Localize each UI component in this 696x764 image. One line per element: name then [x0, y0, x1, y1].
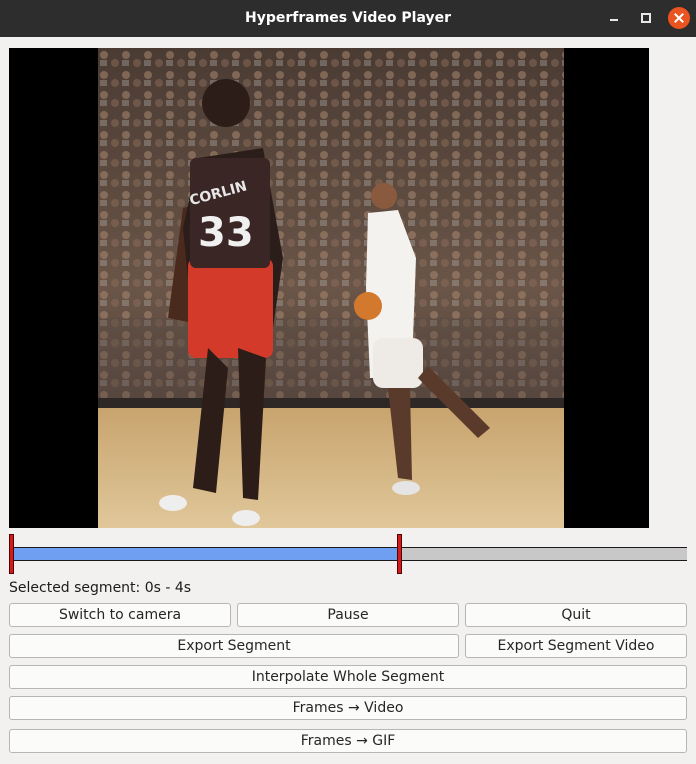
close-icon[interactable]: [668, 7, 690, 29]
interpolate-segment-button[interactable]: Interpolate Whole Segment: [9, 665, 687, 689]
export-segment-video-button[interactable]: Export Segment Video: [465, 634, 687, 658]
minimize-icon[interactable]: [604, 8, 624, 28]
maximize-icon[interactable]: [636, 8, 656, 28]
svg-text:33: 33: [198, 210, 254, 256]
timeline-slider[interactable]: [9, 533, 687, 575]
pause-button[interactable]: Pause: [237, 603, 459, 627]
export-segment-button[interactable]: Export Segment: [9, 634, 459, 658]
selected-segment-label: Selected segment: 0s - 4s: [9, 580, 192, 596]
video-frame: CORLIN 33: [98, 48, 564, 528]
segment-end-handle[interactable]: [397, 534, 402, 574]
quit-button[interactable]: Quit: [465, 603, 687, 627]
switch-camera-button[interactable]: Switch to camera: [9, 603, 231, 627]
window-title: Hyperframes Video Player: [245, 10, 451, 26]
title-bar: Hyperframes Video Player: [0, 0, 696, 37]
video-display: CORLIN 33: [9, 48, 649, 528]
timeline-progress-fill: [9, 547, 400, 561]
frames-to-video-button[interactable]: Frames → Video: [9, 696, 687, 720]
segment-start-handle[interactable]: [9, 534, 14, 574]
frames-to-gif-button[interactable]: Frames → GIF: [9, 729, 687, 753]
